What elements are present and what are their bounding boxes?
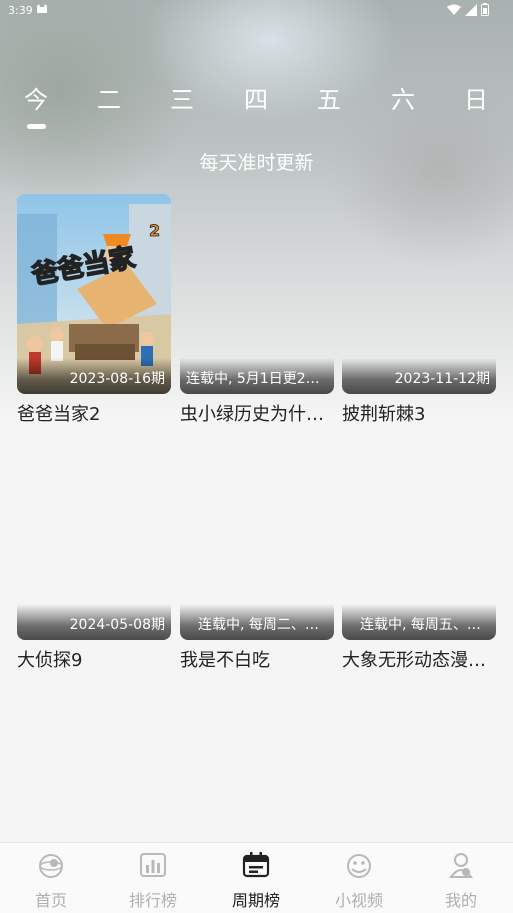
show-poster[interactable]: 连载中, 5月1日更2… (180, 194, 334, 394)
home-globe-icon (39, 854, 63, 878)
tab-friday[interactable]: 五 (309, 84, 349, 116)
update-subtitle: 每天准时更新 (199, 152, 314, 174)
nav-ranking[interactable]: 排行榜 (102, 843, 204, 913)
episode-badge: 连载中, 每周五、… (360, 617, 481, 633)
show-title[interactable]: 大象无形动态漫… (342, 646, 496, 672)
nav-label: 排行榜 (128, 891, 177, 910)
svg-text:2: 2 (149, 221, 160, 240)
tab-thursday[interactable]: 四 (236, 84, 276, 116)
notification-cat-icon (37, 4, 47, 13)
show-poster[interactable]: 连载中, 每周五、… (342, 440, 496, 640)
show-poster[interactable]: 2023-11-12期 (342, 194, 496, 394)
show-card[interactable]: 2023-11-12期 披荆斩棘3 (342, 194, 496, 426)
show-poster[interactable]: 连载中, 每周二、… (180, 440, 334, 640)
battery-icon (481, 3, 489, 16)
show-card[interactable]: 连载中, 每周五、… 大象无形动态漫… (342, 440, 496, 672)
bottom-nav: 首页 排行榜 周期榜 小视频 我的 (0, 842, 513, 913)
active-tab-indicator (27, 124, 46, 129)
show-card[interactable]: 连载中, 每周二、… 我是不白吃 (180, 440, 334, 672)
show-poster[interactable]: 爸爸当家 2 2023-08-16期 (17, 194, 171, 394)
show-card[interactable]: 连载中, 5月1日更2… 虫小绿历史为什… (180, 194, 334, 426)
status-bar: 3:39 (0, 0, 513, 22)
episode-badge: 2023-08-16期 (69, 371, 165, 387)
episode-badge: 连载中, 5月1日更2… (186, 371, 320, 387)
calendar-icon (242, 852, 270, 878)
nav-label: 周期榜 (231, 891, 280, 910)
show-title[interactable]: 大侦探9 (17, 646, 171, 672)
status-time: 3:39 (8, 4, 33, 17)
show-title[interactable]: 虫小绿历史为什… (180, 400, 334, 426)
small-video-icon (347, 854, 371, 878)
show-title[interactable]: 爸爸当家2 (17, 400, 171, 426)
show-title[interactable]: 披荆斩棘3 (342, 400, 496, 426)
profile-icon (449, 853, 473, 878)
nav-mine[interactable]: 我的 (410, 843, 512, 913)
status-icons (447, 3, 489, 16)
show-title[interactable]: 我是不白吃 (180, 646, 334, 672)
tab-today[interactable]: 今 (16, 84, 56, 116)
tab-sunday[interactable]: 日 (456, 84, 496, 116)
nav-small-video[interactable]: 小视频 (308, 843, 410, 913)
nav-label: 首页 (34, 891, 67, 910)
nav-home[interactable]: 首页 (0, 843, 102, 913)
wifi-icon (447, 4, 461, 15)
show-card[interactable]: 爸爸当家 2 2023-08-16期 爸爸当家2 (17, 194, 171, 426)
episode-badge: 2023-11-12期 (394, 371, 490, 387)
tab-wednesday[interactable]: 三 (162, 84, 202, 116)
episode-badge: 2024-05-08期 (69, 617, 165, 633)
nav-weekly[interactable]: 周期榜 (205, 843, 307, 913)
ranking-chart-icon (140, 853, 166, 877)
episode-badge: 连载中, 每周二、… (198, 617, 319, 633)
tab-tuesday[interactable]: 二 (89, 84, 129, 116)
show-poster[interactable]: 2024-05-08期 (17, 440, 171, 640)
weekday-tabs: 今 二 三 四 五 六 日 (0, 84, 513, 124)
show-card[interactable]: 2024-05-08期 大侦探9 (17, 440, 171, 672)
tab-saturday[interactable]: 六 (383, 84, 423, 116)
signal-icon (465, 3, 477, 16)
nav-label: 小视频 (334, 891, 383, 910)
nav-label: 我的 (444, 891, 477, 910)
